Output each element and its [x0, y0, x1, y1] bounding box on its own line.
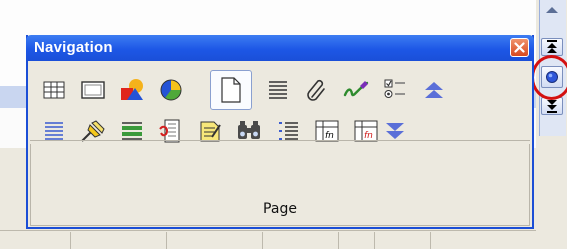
close-icon [514, 42, 525, 53]
window-title: Navigation [34, 39, 113, 56]
page-label: Page [263, 201, 297, 217]
page-icon[interactable] [210, 70, 252, 110]
reflist-paperclip-icon[interactable] [298, 72, 336, 108]
close-button[interactable] [510, 38, 529, 57]
status-cell [70, 232, 166, 249]
graphics-icon[interactable] [113, 72, 151, 108]
highlight-circle [531, 55, 567, 100]
table-icon[interactable] [35, 72, 73, 108]
status-cell [262, 232, 338, 249]
status-cell [374, 232, 430, 249]
ole-object-icon[interactable] [152, 72, 190, 108]
frame-icon[interactable] [74, 72, 112, 108]
status-cell [338, 232, 374, 249]
status-cell [430, 232, 536, 249]
separator [30, 140, 530, 141]
heading-icon[interactable] [259, 72, 297, 108]
status-cell [166, 232, 262, 249]
control-icon[interactable] [376, 72, 414, 108]
scroll-up-icon[interactable] [541, 4, 563, 16]
previous-page-icon[interactable] [541, 38, 563, 56]
previous-object-icon[interactable] [415, 72, 453, 108]
note-check-icon[interactable] [337, 72, 375, 108]
status-bar-divider [0, 230, 567, 231]
title-bar[interactable]: Navigation [26, 35, 534, 61]
